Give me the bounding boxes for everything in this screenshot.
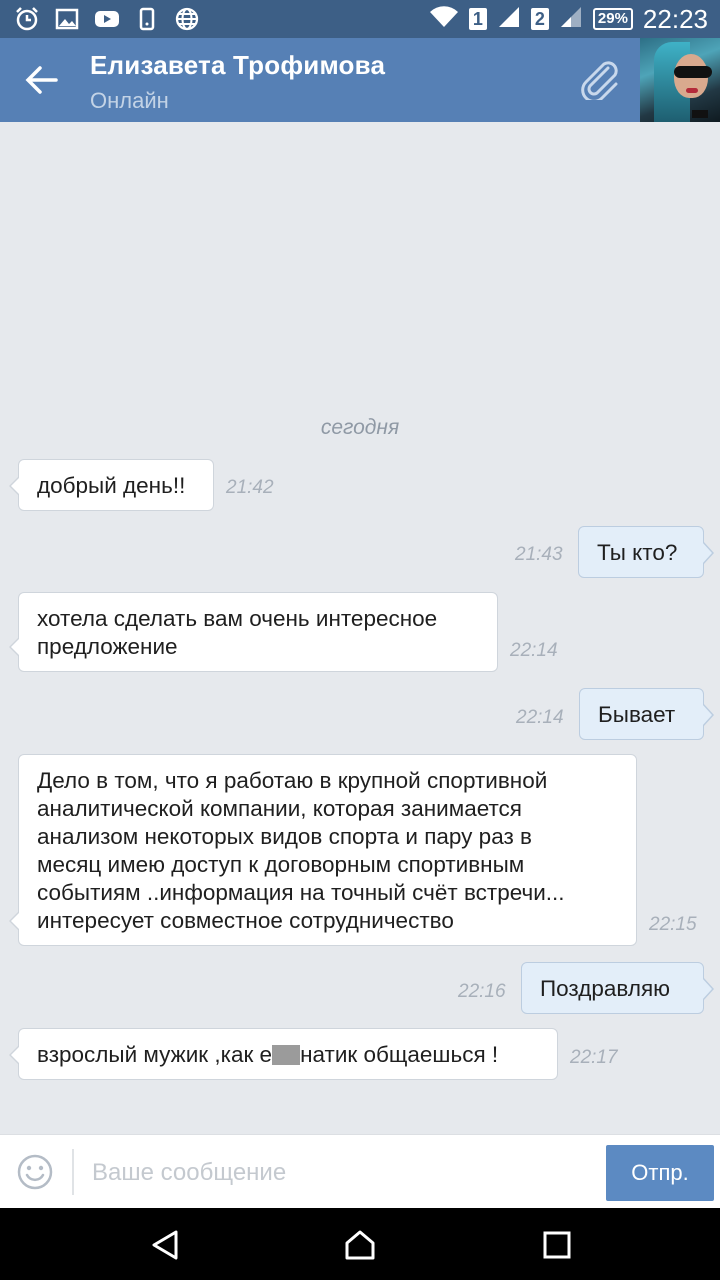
message-text: интересует совместное сотрудничество xyxy=(37,908,454,933)
message-text: хотела сделать вам очень интересное xyxy=(37,606,438,631)
nav-back-icon[interactable] xyxy=(148,1228,182,1262)
message-list[interactable]: сегодня добрый день!! 21:42 21:43 Ты кто… xyxy=(0,122,720,1134)
phone-vibrate-icon xyxy=(134,6,160,32)
message-text: Поздравляю xyxy=(540,976,671,1001)
youtube-icon xyxy=(94,6,120,32)
nav-recents-icon[interactable] xyxy=(540,1228,574,1262)
message-time: 21:42 xyxy=(226,477,274,498)
signal-icon xyxy=(559,5,583,34)
send-button[interactable]: Отпр. xyxy=(606,1145,714,1201)
message-text: Ты кто? xyxy=(597,540,678,565)
message-text: предложение xyxy=(37,634,178,659)
sim2-badge: 2 xyxy=(530,8,549,30)
message-text: событиям ..информация на точный счёт вст… xyxy=(37,880,565,905)
alarm-clock-icon xyxy=(14,6,40,32)
back-arrow-icon[interactable] xyxy=(24,64,60,96)
message-text: добрый день!! xyxy=(37,473,186,498)
outgoing-message[interactable]: Ты кто? xyxy=(578,526,714,578)
sim1-badge: 1 xyxy=(468,8,487,30)
emoji-icon[interactable] xyxy=(17,1154,53,1190)
signal-icon xyxy=(497,5,521,34)
status-bar: 1 2 29% 22:23 xyxy=(0,0,720,38)
outgoing-message[interactable]: Поздравляю xyxy=(521,962,714,1014)
status-clock: 22:23 xyxy=(642,3,708,34)
message-time: 22:14 xyxy=(510,640,558,661)
message-text: Дело в том, что я работаю в крупной спор… xyxy=(37,768,548,793)
system-indicators: 1 2 29% 22:23 xyxy=(429,0,708,38)
date-separator: сегодня xyxy=(320,416,400,439)
wifi-icon xyxy=(429,5,459,34)
incoming-message[interactable]: Дело в том, что я работаю в крупной спор… xyxy=(9,754,637,946)
message-text: взрослый мужик ,как е xyxy=(37,1042,273,1067)
contact-name[interactable]: Елизавета Трофимова xyxy=(90,50,385,81)
message-text: анализом некоторых видов спорта и пару р… xyxy=(37,824,532,849)
redaction-mark xyxy=(272,1045,301,1065)
message-text: натик общаешься ! xyxy=(300,1042,499,1067)
incoming-message[interactable]: взрослый мужик ,как е натик общаешься ! xyxy=(9,1028,558,1080)
message-time: 22:14 xyxy=(516,707,564,728)
composer-divider xyxy=(72,1149,74,1195)
online-status: Онлайн xyxy=(90,88,169,113)
message-time: 22:15 xyxy=(649,914,697,935)
message-time: 21:43 xyxy=(515,544,563,565)
message-text: аналитической компании, которая занимает… xyxy=(37,796,522,821)
navigation-bar xyxy=(0,1208,720,1280)
message-time: 22:17 xyxy=(570,1047,618,1068)
message-composer: Отпр. xyxy=(0,1134,720,1209)
chat-header: Елизавета Трофимова Онлайн xyxy=(0,38,720,122)
avatar[interactable] xyxy=(640,38,720,122)
globe-icon xyxy=(174,6,200,32)
paperclip-icon[interactable] xyxy=(578,60,622,103)
notification-icons xyxy=(14,6,200,32)
message-input[interactable] xyxy=(92,1153,592,1193)
image-icon xyxy=(54,6,80,32)
nav-home-icon[interactable] xyxy=(343,1228,377,1262)
message-text: месяц имею доступ к договорным спортивны… xyxy=(37,852,525,877)
message-text: Бывает xyxy=(598,702,676,727)
incoming-message[interactable]: добрый день!! xyxy=(9,459,214,511)
incoming-message[interactable]: хотела сделать вам очень интересное пред… xyxy=(9,592,498,672)
battery-indicator: 29% xyxy=(592,8,633,30)
outgoing-message[interactable]: Бывает xyxy=(579,688,714,740)
message-time: 22:16 xyxy=(458,981,506,1002)
